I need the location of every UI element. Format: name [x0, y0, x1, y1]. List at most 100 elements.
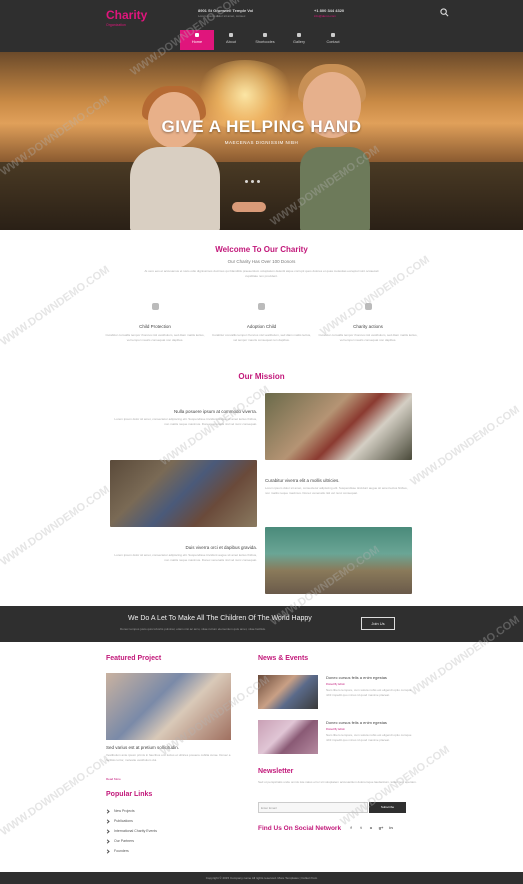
feature-text: Curabitur convallis tempor rhoncus nisl …	[318, 333, 418, 342]
news-heading[interactable]: Donec cursus felis a enim egestas	[326, 675, 416, 680]
user-icon	[229, 33, 233, 37]
news-meta: Posted By Admin	[326, 683, 346, 686]
feature-text: Curabitur convallis tempor rhoncus nisl …	[105, 333, 205, 342]
child-icon	[258, 303, 265, 310]
nav-item-contact[interactable]: Contact	[316, 30, 350, 50]
popular-link[interactable]: Publications	[105, 816, 157, 826]
linkedin-icon[interactable]: in	[388, 825, 394, 831]
mission-text: Lorem ipsum dolor sit amet, consectetur …	[114, 417, 257, 426]
popular-link[interactable]: Our Partners	[105, 836, 157, 846]
feature-text: Curabitur convallis tempor rhoncus nisl …	[211, 333, 312, 342]
slider-dot[interactable]	[245, 180, 248, 183]
mission-text: Lorem ipsum dolor sit amet, consectetur …	[114, 553, 257, 562]
header-address-sub: Lorem ipsum dolor sit amet, consec	[198, 14, 246, 18]
read-more-link[interactable]: Read More	[106, 777, 121, 781]
nav-label: Gallery	[292, 40, 306, 44]
nav-item-shortcodes[interactable]: Shortcodes	[248, 30, 282, 50]
slider-dot[interactable]	[257, 180, 260, 183]
nav-item-home[interactable]: Home	[180, 30, 214, 50]
watermark: WWW.DOWNDEMO.COM	[0, 483, 112, 569]
popular-link-label: New Projects	[114, 809, 135, 813]
social-title: Find Us On Social Network	[258, 825, 342, 832]
news-events-title: News & Events	[258, 655, 309, 662]
twitter-icon[interactable]: t	[358, 825, 364, 831]
feature-title: Adoption Child	[246, 324, 277, 329]
slider-dot[interactable]	[251, 180, 254, 183]
feature-item: Adoption Child Curabitur convallis tempo…	[212, 303, 312, 343]
popular-link[interactable]: Founders	[105, 846, 157, 856]
news-item: Donec cursus felis a enim egestas Posted…	[326, 720, 416, 742]
search-icon[interactable]	[440, 8, 449, 17]
featured-project-heading: Sed varius est at pretium sollicitudin.	[106, 745, 180, 750]
news-heading[interactable]: Donec cursus felis a enim egestas	[326, 720, 416, 725]
welcome-text: At vero eos et accusamus et iusto odio d…	[144, 269, 379, 278]
hero-child-body	[130, 147, 220, 230]
nav-label: About	[226, 40, 236, 44]
site-footer: Copyright © 2015 Company name All rights…	[0, 872, 523, 884]
popular-links-title: Popular Links	[106, 791, 153, 798]
nav-label: Contact	[326, 40, 340, 44]
mission-item: Curabitur viverra elit a mollis ultricie…	[265, 478, 412, 495]
feature-item: Charity actions Curabitur convallis temp…	[318, 303, 418, 343]
newsletter-title: Newsletter	[258, 768, 294, 775]
popular-link-label: International Charity Events	[114, 829, 157, 833]
mission-image	[110, 460, 257, 527]
chevron-right-icon	[105, 848, 110, 854]
hero-girl-dress	[300, 147, 370, 230]
list-icon	[263, 33, 267, 37]
hero-slider: GIVE A HELPING HAND MAECENAS DIGNISSIM N…	[0, 52, 523, 230]
google-plus-icon[interactable]: g+	[378, 825, 384, 831]
site-logo[interactable]: Charity	[106, 8, 147, 22]
news-image[interactable]	[258, 675, 318, 709]
mail-icon	[331, 33, 335, 37]
popular-link-label: Publications	[114, 819, 133, 823]
mission-item: Nulla posuere ipsum at commodo viverra. …	[110, 409, 257, 426]
heart-icon	[151, 303, 159, 310]
email-input[interactable]: Enter Email	[258, 802, 368, 813]
chevron-right-icon	[105, 838, 110, 844]
mission-image	[265, 393, 412, 460]
popular-link-label: Founders	[114, 849, 129, 853]
popular-link[interactable]: New Projects	[105, 806, 157, 816]
nav-label: Shortcodes	[255, 40, 275, 44]
featured-project-image[interactable]	[106, 673, 231, 740]
hero-subtitle: MAECENAS DIGNISSIM NIBH	[224, 140, 299, 145]
welcome-subtitle: Our Charity Has Over 100 Donors	[227, 259, 296, 264]
nav-item-about[interactable]: About	[214, 30, 248, 50]
feature-title: Charity actions	[353, 324, 383, 329]
feature-title: Child Protection	[139, 324, 171, 329]
header-phone: +1 800 344 4320	[314, 8, 345, 13]
watermark: WWW.DOWNDEMO.COM	[408, 403, 522, 489]
featured-project-text: Vestibulum ante ipsum primis in faucibus…	[106, 753, 231, 762]
news-item: Donec cursus felis a enim egestas Posted…	[326, 675, 416, 697]
instagram-icon[interactable]: o	[368, 825, 374, 831]
news-image[interactable]	[258, 720, 318, 754]
header-email[interactable]: info@demo.com	[314, 14, 336, 18]
welcome-title: Welcome To Our Charity	[215, 245, 308, 254]
news-text: Nam libero tempore, cum soluta nobis est…	[326, 733, 412, 742]
hero-title: GIVE A HELPING HAND	[161, 117, 362, 136]
main-nav: Home About Shortcodes Gallery Contact	[180, 30, 350, 50]
news-text: Nam libero tempore, cum soluta nobis est…	[326, 688, 412, 697]
banner-subtitle: Donec tempus justo quis lobortis pulvina…	[120, 627, 266, 631]
nav-label: Home	[191, 40, 203, 44]
mission-heading: Nulla posuere ipsum at commodo viverra.	[173, 409, 257, 414]
home-icon	[195, 33, 199, 37]
flag-icon	[364, 303, 372, 310]
watermark: WWW.DOWNDEMO.COM	[0, 753, 112, 839]
facebook-icon[interactable]: f	[348, 825, 354, 831]
chevron-right-icon	[105, 818, 110, 824]
image-icon	[297, 33, 301, 37]
watermark: WWW.DOWNDEMO.COM	[158, 383, 272, 469]
join-us-button[interactable]: Join Us	[361, 617, 395, 630]
nav-item-gallery[interactable]: Gallery	[282, 30, 316, 50]
featured-project-title: Featured Project	[106, 655, 162, 662]
mission-image	[265, 527, 412, 594]
site-tagline: Organization	[106, 23, 126, 27]
popular-link[interactable]: International Charity Events	[105, 826, 157, 836]
subscribe-button[interactable]: Subscribe	[369, 802, 406, 813]
cta-banner: We Do A Let To Make All The Children Of …	[0, 606, 523, 642]
mission-text: Lorem ipsum dolor sit amet, consectetur …	[265, 486, 408, 495]
popular-link-label: Our Partners	[114, 839, 135, 843]
hero-holding-hands	[232, 202, 266, 212]
